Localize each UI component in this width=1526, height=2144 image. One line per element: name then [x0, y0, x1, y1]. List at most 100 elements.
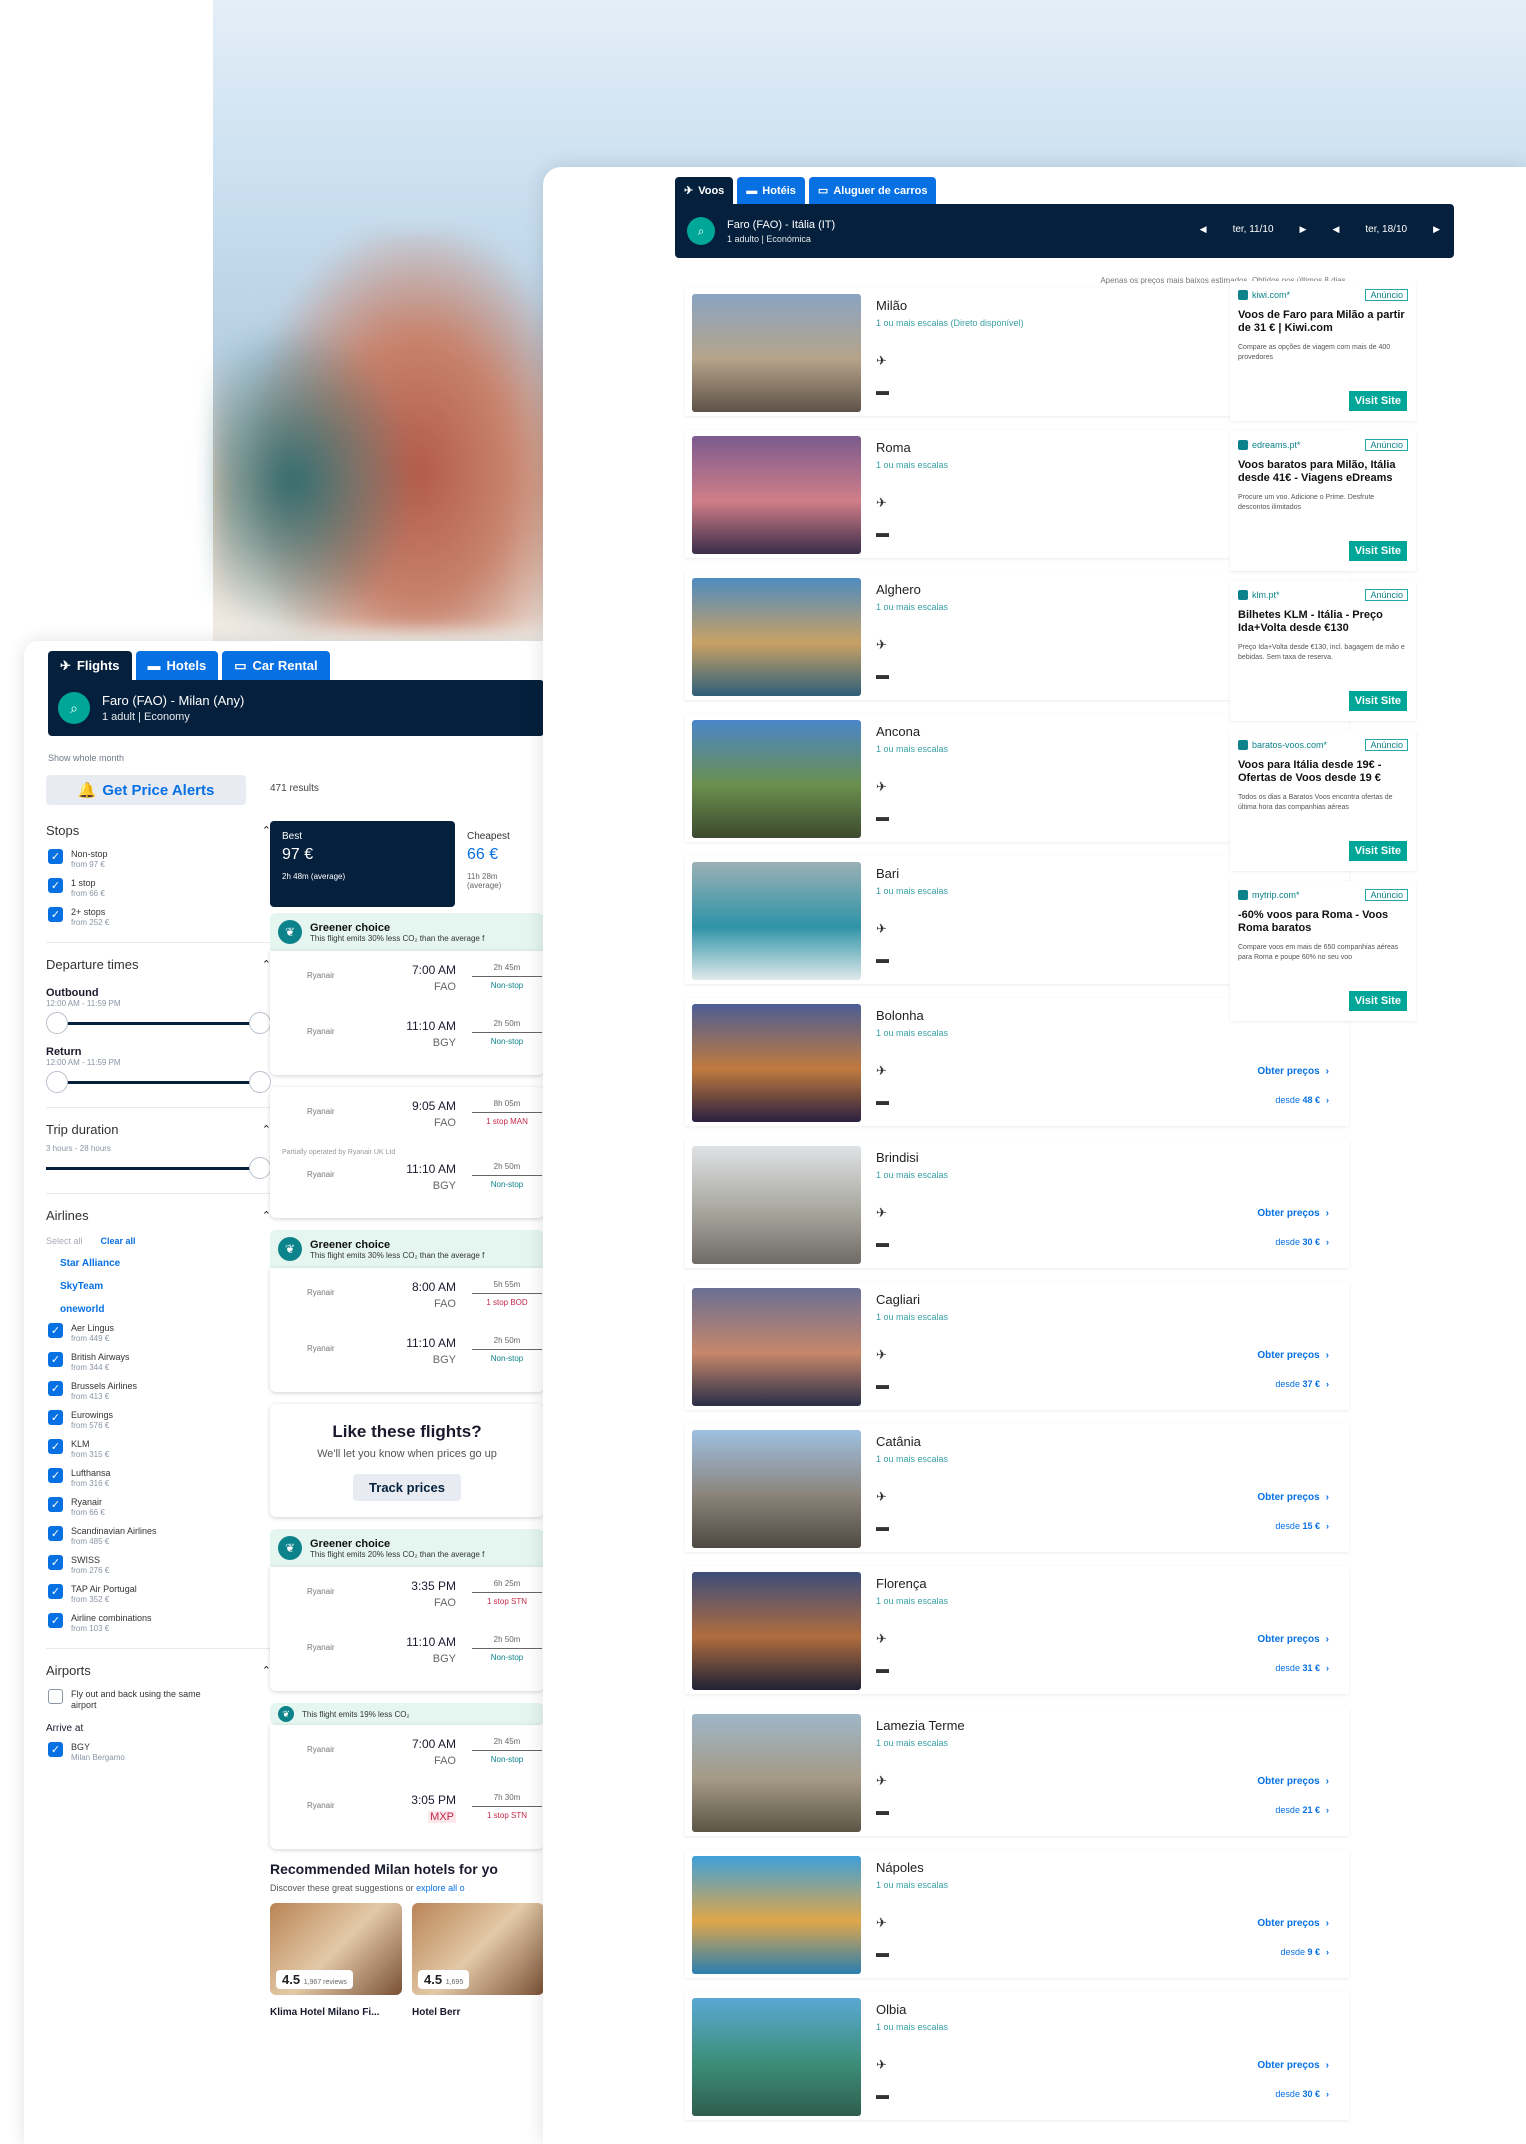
- flight-card[interactable]: Ryanair 7:00 AM FAO 2h 45m Non-stop Ryanair 1…: [270, 951, 544, 1075]
- hotel-price[interactable]: desde 9 € ›: [1280, 1947, 1329, 1957]
- checkbox-checked[interactable]: ✓: [48, 1742, 63, 1757]
- search-summary-bar[interactable]: ⌕ Faro (FAO) - Itália (IT) 1 adulto | Ec…: [675, 204, 1454, 258]
- outbound-time-slider[interactable]: [46, 1012, 271, 1034]
- sort-tab-best[interactable]: Best 97 € 2h 48m (average): [270, 821, 456, 907]
- checkbox-checked[interactable]: ✓: [48, 1526, 63, 1541]
- destination-card[interactable]: Lamezia Terme 1 ou mais escalas ✈ Obter pre…: [685, 1708, 1349, 1836]
- visit-site-button[interactable]: Visit Site: [1348, 991, 1407, 1011]
- hotel-price[interactable]: desde 21 € ›: [1275, 1805, 1329, 1815]
- slider-handle-end[interactable]: [249, 1157, 271, 1179]
- filter-airlines-header[interactable]: Airlines ⌃: [46, 1204, 271, 1226]
- tab-aluguer-de-carros[interactable]: ▭ Aluguer de carros: [808, 177, 937, 204]
- filter-trip-duration-header[interactable]: Trip duration ⌃: [46, 1118, 271, 1140]
- airline-option[interactable]: ✓ Eurowings from 576 €: [48, 1410, 271, 1431]
- hotel-card[interactable]: 4.5 1,967 reviews Klima Hotel Milano Fi..…: [270, 1903, 402, 2018]
- tab-hoteis[interactable]: ▬ Hotéis: [737, 177, 805, 204]
- get-prices-link[interactable]: Obter preços ›: [1257, 1066, 1329, 1077]
- checkbox-checked[interactable]: ✓: [48, 1584, 63, 1599]
- get-prices-link[interactable]: Obter preços ›: [1257, 1492, 1329, 1503]
- checkbox-checked[interactable]: ✓: [48, 878, 63, 893]
- track-prices-button[interactable]: Track prices: [353, 1474, 461, 1501]
- airline-option[interactable]: ✓ Lufthansa from 316 €: [48, 1468, 271, 1489]
- sponsored-ad[interactable]: kiwi.com* Anúncio Voos de Faro para Milão …: [1230, 281, 1416, 421]
- airline-option[interactable]: ✓ KLM from 315 €: [48, 1439, 271, 1460]
- flight-card[interactable]: Ryanair 8:00 AM FAO 5h 55m 1 stop BOD Ryanai…: [270, 1268, 544, 1392]
- ad-title[interactable]: Voos de Faro para Milão a partir de 31 €…: [1238, 309, 1408, 335]
- destination-card[interactable]: Olbia 1 ou mais escalas ✈ Obter preços › ▬ des…: [685, 1992, 1349, 2120]
- airline-option[interactable]: ✓ Ryanair from 66 €: [48, 1497, 271, 1518]
- visit-site-button[interactable]: Visit Site: [1348, 691, 1407, 711]
- date-next-arrow-icon[interactable]: ▶: [1433, 224, 1440, 235]
- airline-option[interactable]: ✓ Aer Lingus from 449 €: [48, 1323, 271, 1344]
- hotel-price[interactable]: desde 37 € ›: [1275, 1379, 1329, 1389]
- checkbox-checked[interactable]: ✓: [48, 1497, 63, 1512]
- alliance-link[interactable]: SkyTeam: [60, 1281, 271, 1292]
- airline-option[interactable]: ✓ TAP Air Portugal from 352 €: [48, 1584, 271, 1605]
- date-prev-arrow-icon[interactable]: ◀: [1200, 224, 1207, 235]
- slider-handle-end[interactable]: [249, 1071, 271, 1093]
- airline-option[interactable]: ✓ Scandinavian Airlines from 485 €: [48, 1526, 271, 1547]
- alliance-link[interactable]: Star Alliance: [60, 1258, 271, 1269]
- departure-date[interactable]: ter, 11/10: [1233, 224, 1274, 235]
- get-prices-link[interactable]: Obter preços ›: [1257, 1776, 1329, 1787]
- checkbox-checked[interactable]: ✓: [48, 907, 63, 922]
- hotel-price[interactable]: desde 48 € ›: [1275, 1095, 1329, 1105]
- explore-all-link[interactable]: explore all o: [416, 1883, 465, 1893]
- price-alerts-button[interactable]: 🔔 Get Price Alerts: [46, 775, 246, 805]
- tab-hotels[interactable]: ▬ Hotels: [135, 651, 219, 680]
- get-prices-link[interactable]: Obter preços ›: [1257, 1208, 1329, 1219]
- hotel-price[interactable]: desde 15 € ›: [1275, 1521, 1329, 1531]
- get-prices-link[interactable]: Obter preços ›: [1257, 1350, 1329, 1361]
- ad-title[interactable]: Voos para Itália desde 19€ - Ofertas de …: [1238, 759, 1408, 785]
- checkbox-checked[interactable]: ✓: [48, 1381, 63, 1396]
- select-all-link[interactable]: Select all: [46, 1236, 83, 1246]
- destination-card[interactable]: Nápoles 1 ou mais escalas ✈ Obter preços › ▬ d…: [685, 1850, 1349, 1978]
- search-summary-bar[interactable]: ⌕ Faro (FAO) - Milan (Any) 1 adult | Eco…: [48, 680, 544, 736]
- alliance-link[interactable]: oneworld: [60, 1304, 271, 1315]
- tab-flights[interactable]: ✈ Flights: [48, 651, 132, 680]
- filter-stops-header[interactable]: Stops ⌃: [46, 819, 271, 841]
- get-prices-link[interactable]: Obter preços ›: [1257, 2060, 1329, 2071]
- flight-card[interactable]: Ryanair 3:35 PM FAO 6h 25m 1 stop STN Ryanai…: [270, 1567, 544, 1691]
- stops-option[interactable]: ✓ 1 stop from 66 €: [48, 878, 271, 899]
- airline-option[interactable]: ✓ SWISS from 276 €: [48, 1555, 271, 1576]
- return-date[interactable]: ter, 18/10: [1365, 224, 1407, 235]
- get-prices-link[interactable]: Obter preços ›: [1257, 1918, 1329, 1929]
- checkbox-checked[interactable]: ✓: [48, 1323, 63, 1338]
- return-time-slider[interactable]: [46, 1071, 271, 1093]
- destination-card[interactable]: Brindisi 1 ou mais escalas ✈ Obter preços › ▬…: [685, 1140, 1349, 1268]
- checkbox-checked[interactable]: ✓: [48, 1555, 63, 1570]
- slider-handle-start[interactable]: [46, 1012, 68, 1034]
- visit-site-button[interactable]: Visit Site: [1348, 841, 1407, 861]
- sponsored-ad[interactable]: klm.pt* Anúncio Bilhetes KLM - Itália - Pr…: [1230, 581, 1416, 721]
- hotel-price[interactable]: desde 30 € ›: [1275, 2089, 1329, 2099]
- ad-title[interactable]: Bilhetes KLM - Itália - Preço Ida+Volta …: [1238, 609, 1408, 635]
- destination-card[interactable]: Cagliari 1 ou mais escalas ✈ Obter preços › ▬…: [685, 1282, 1349, 1410]
- sponsored-ad[interactable]: edreams.pt* Anúncio Voos baratos para Milã…: [1230, 431, 1416, 571]
- destination-card[interactable]: Florença 1 ou mais escalas ✈ Obter preços › ▬…: [685, 1566, 1349, 1694]
- destination-card[interactable]: Catânia 1 ou mais escalas ✈ Obter preços › ▬ d…: [685, 1424, 1349, 1552]
- flight-card[interactable]: Ryanair 9:05 AM FAO 8h 05m 1 stop MAN Partia…: [270, 1087, 544, 1218]
- airline-option[interactable]: ✓ Airline combinations from 103 €: [48, 1613, 271, 1634]
- ad-title[interactable]: Voos baratos para Milão, Itália desde 41…: [1238, 459, 1408, 485]
- hotel-card[interactable]: 4.5 1,695 Hotel Berr: [412, 1903, 544, 2018]
- arrive-airport-option[interactable]: ✓ BGY Milan Bergamo: [48, 1742, 271, 1763]
- get-prices-link[interactable]: Obter preços ›: [1257, 1634, 1329, 1645]
- hotel-price[interactable]: desde 31 € ›: [1275, 1663, 1329, 1673]
- clear-all-link[interactable]: Clear all: [101, 1236, 136, 1246]
- checkbox-unchecked[interactable]: [48, 1689, 63, 1704]
- sort-tab-cheapest[interactable]: Cheapest 66 € 11h 28m (average): [455, 821, 544, 907]
- visit-site-button[interactable]: Visit Site: [1348, 541, 1407, 561]
- same-airport-option[interactable]: Fly out and back using the same airport: [48, 1689, 271, 1711]
- tab-car-rental[interactable]: ▭ Car Rental: [222, 651, 330, 680]
- visit-site-button[interactable]: Visit Site: [1348, 391, 1407, 411]
- filter-departure-header[interactable]: Departure times ⌃: [46, 953, 271, 975]
- stops-option[interactable]: ✓ 2+ stops from 252 €: [48, 907, 271, 928]
- checkbox-checked[interactable]: ✓: [48, 1410, 63, 1425]
- airline-option[interactable]: ✓ British Airways from 344 €: [48, 1352, 271, 1373]
- stops-option[interactable]: ✓ Non-stop from 97 €: [48, 849, 271, 870]
- filter-airports-header[interactable]: Airports ⌃: [46, 1659, 271, 1681]
- sponsored-ad[interactable]: mytrip.com* Anúncio -60% voos para Roma - …: [1230, 881, 1416, 1021]
- show-whole-month-link[interactable]: Show whole month: [48, 753, 124, 763]
- date-next-arrow-icon[interactable]: ▶: [1300, 224, 1307, 235]
